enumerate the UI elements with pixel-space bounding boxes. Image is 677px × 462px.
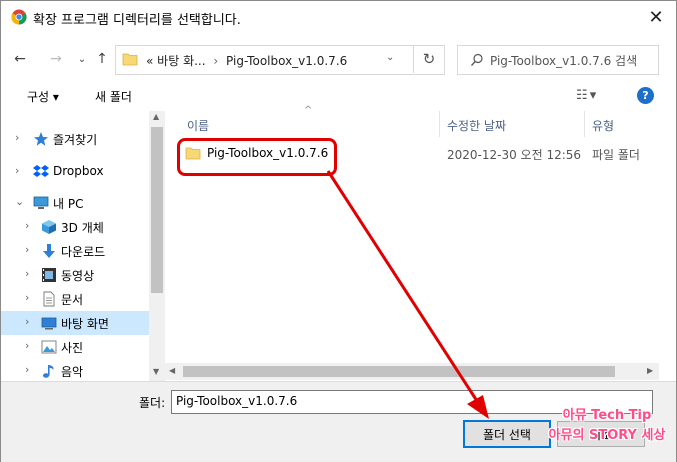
watermark-line1: 아뮤 Tech Tip — [562, 408, 652, 423]
watermark: 아뮤 Tech Tip 아뮤의 STORY 세상 — [547, 406, 667, 446]
annotation-arrow — [326, 170, 489, 419]
watermark-line2: 아뮤의 STORY 세상 — [548, 428, 666, 443]
dialog-window: 확장 프로그램 디렉터리를 선택합니다. ✕ ← → ⌄ ↑ « 바탕 화...… — [0, 0, 677, 462]
